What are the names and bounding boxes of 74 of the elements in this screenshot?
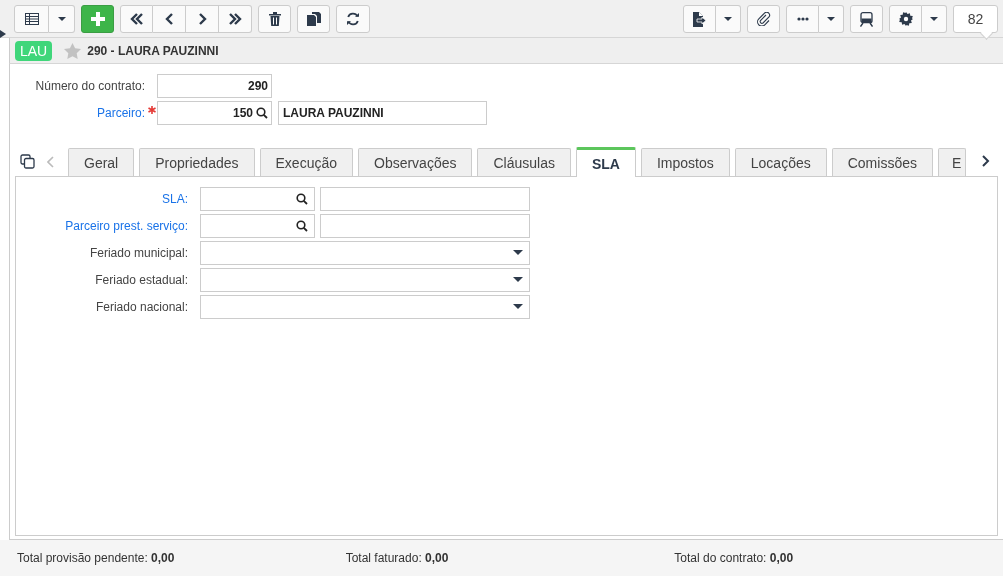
caret-icon	[724, 17, 732, 21]
search-icon[interactable]	[296, 219, 308, 232]
settings-icon	[898, 12, 913, 26]
dropdown-field[interactable]	[200, 294, 530, 319]
chevron-left-icon	[164, 13, 174, 25]
caret-icon	[57, 17, 66, 21]
field-label: Feriado nacional:	[94, 299, 189, 314]
search-icon[interactable]	[296, 192, 308, 205]
total-text: Total faturado: 0,00	[345, 551, 450, 565]
record-title: 290 - LAURA PAUZINNI	[87, 43, 219, 58]
triangle-icon	[0, 30, 6, 38]
total-text: Total do contrato: 0,00	[674, 551, 795, 565]
table-button[interactable]	[14, 5, 49, 33]
field-label: Feriado estadual:	[94, 272, 189, 287]
input-field[interactable]: LAURA PAUZINNI	[278, 101, 487, 125]
input-field[interactable]	[320, 186, 530, 211]
dropdown-field[interactable]	[200, 267, 530, 292]
dropdown-field[interactable]	[200, 240, 530, 265]
refresh-button[interactable]	[336, 5, 370, 33]
chevron-right-icon	[197, 13, 207, 25]
first-button[interactable]	[120, 5, 153, 33]
refresh-icon	[346, 12, 360, 26]
train-button[interactable]	[850, 5, 883, 33]
export-button[interactable]	[683, 5, 716, 33]
tab[interactable]: Comissões	[831, 148, 933, 176]
field-label[interactable]: Parceiro:	[15, 106, 147, 120]
add-button[interactable]	[81, 5, 114, 33]
chevron-right-icon[interactable]	[982, 155, 990, 167]
table-icon	[24, 13, 39, 25]
tab[interactable]: Cláusulas	[477, 148, 571, 176]
previous-button[interactable]	[153, 5, 186, 33]
star-icon[interactable]	[64, 42, 82, 59]
lookup-field[interactable]	[200, 186, 315, 211]
next-button[interactable]	[186, 5, 219, 33]
file-export-icon	[693, 11, 706, 27]
caret-icon	[513, 304, 523, 309]
caret-icon	[827, 17, 835, 21]
more-icon	[796, 17, 809, 21]
double-chevron-left-icon	[129, 13, 144, 25]
input-field[interactable]	[320, 213, 530, 238]
last-button[interactable]	[219, 5, 252, 33]
copy-icon	[306, 12, 321, 26]
field-label[interactable]: Parceiro prest. serviço:	[16, 218, 200, 233]
settings-button[interactable]	[889, 5, 922, 33]
field-label[interactable]: SLA:	[16, 191, 200, 206]
field-label: Feriado municipal:	[88, 245, 189, 260]
input-field[interactable]: 290	[157, 74, 272, 98]
train-icon	[860, 11, 873, 27]
tab[interactable]: Propriedades	[139, 148, 255, 176]
caret-icon	[513, 277, 523, 282]
delete-button[interactable]	[258, 5, 291, 33]
lookup-field[interactable]	[200, 213, 315, 238]
plus-icon	[90, 12, 105, 26]
windows-icon[interactable]	[20, 154, 35, 169]
trash-icon	[268, 12, 281, 26]
tab[interactable]: Geral	[68, 148, 135, 176]
total-text: Total provisão pendente: 0,00	[17, 551, 176, 565]
attachment-button[interactable]	[747, 5, 780, 33]
record-badge: LAU	[15, 40, 53, 61]
tab[interactable]: Observações	[358, 148, 473, 176]
tab[interactable]: Locações	[734, 148, 827, 176]
double-chevron-right-icon	[228, 13, 242, 25]
tab[interactable]: Execução	[259, 148, 353, 176]
duplicate-button[interactable]	[297, 5, 330, 33]
tab[interactable]: Impostos	[640, 148, 730, 176]
search-icon[interactable]	[256, 107, 268, 119]
dropdown-button[interactable]	[819, 5, 844, 33]
paperclip-icon	[756, 12, 771, 26]
tab[interactable]: SLA	[575, 147, 636, 177]
caret-icon	[930, 17, 938, 21]
field-label: Número do contrato:	[34, 79, 146, 93]
input-field[interactable]: 150	[157, 101, 272, 125]
caret-icon	[513, 250, 523, 255]
tab[interactable]: E	[937, 148, 967, 176]
